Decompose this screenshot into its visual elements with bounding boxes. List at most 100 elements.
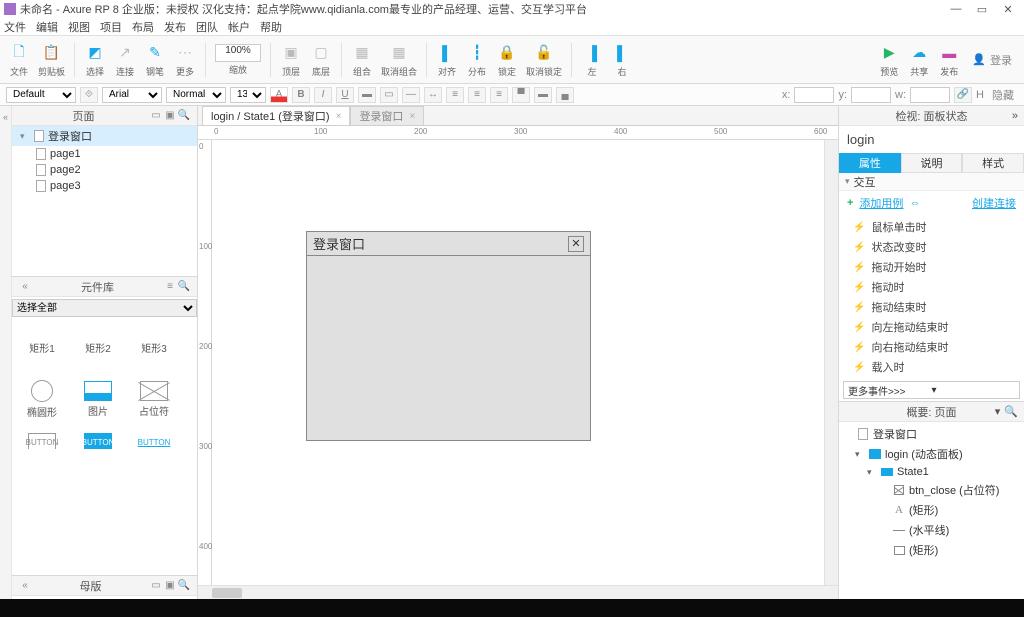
- underline-btn[interactable]: U: [336, 87, 354, 103]
- account-login[interactable]: 👤登录: [966, 52, 1018, 68]
- menu-team[interactable]: 团队: [196, 19, 218, 35]
- y-input[interactable]: [851, 87, 891, 103]
- add-folder-icon[interactable]: ▣: [163, 109, 177, 123]
- menu-account[interactable]: 帐户: [228, 19, 250, 35]
- filter-icon[interactable]: ▾: [995, 405, 1001, 418]
- event-onload[interactable]: ⚡载入时: [839, 357, 1024, 377]
- search-icon[interactable]: 🔍: [177, 109, 191, 123]
- tool-align[interactable]: ▌对齐: [434, 42, 460, 78]
- hide-toggle[interactable]: 隐藏: [988, 87, 1018, 103]
- minimize-button[interactable]: —: [950, 3, 962, 15]
- lib-search-icon[interactable]: 🔍: [177, 280, 191, 294]
- event-swipeleft[interactable]: ⚡向左拖动结束时: [839, 317, 1024, 337]
- widget-lib-select[interactable]: 选择全部: [12, 299, 197, 317]
- add-master-icon[interactable]: ▭: [149, 579, 163, 593]
- tool-left[interactable]: ▐左: [579, 42, 605, 78]
- size-select[interactable]: 13: [230, 87, 266, 103]
- maximize-button[interactable]: ▭: [976, 3, 988, 15]
- canvas-scroll-v[interactable]: [824, 140, 838, 585]
- login-window-close-btn[interactable]: ✕: [568, 236, 584, 252]
- w-input[interactable]: [910, 87, 950, 103]
- style-copy-icon[interactable]: ⟐: [80, 87, 98, 103]
- valign-b-btn[interactable]: ▄: [556, 87, 574, 103]
- color-btn[interactable]: A: [270, 87, 288, 103]
- event-dragstart[interactable]: ⚡拖动开始时: [839, 257, 1024, 277]
- master-search-icon[interactable]: 🔍: [177, 579, 191, 593]
- x-input[interactable]: [794, 87, 834, 103]
- tab-style[interactable]: 样式: [962, 153, 1024, 173]
- tool-distribute[interactable]: ┇分布: [464, 42, 490, 78]
- more-events-dropdown[interactable]: 更多事件>>>▾: [843, 381, 1020, 399]
- tool-unlock[interactable]: 🔓取消锁定: [524, 42, 564, 78]
- event-drag[interactable]: ⚡拖动时: [839, 277, 1024, 297]
- outline-search-icon[interactable]: 🔍: [1004, 405, 1018, 418]
- font-select[interactable]: Arial: [102, 87, 162, 103]
- tool-ungroup[interactable]: ▦取消组合: [379, 42, 419, 78]
- tab-properties[interactable]: 属性: [839, 153, 901, 173]
- align-r-btn[interactable]: ≡: [490, 87, 508, 103]
- valign-m-btn[interactable]: ▬: [534, 87, 552, 103]
- widget-rect2[interactable]: 矩形2: [70, 321, 126, 373]
- menu-layout[interactable]: 布局: [132, 19, 154, 35]
- tab-notes[interactable]: 说明: [901, 153, 963, 173]
- outline-item-rect1[interactable]: A(矩形): [839, 500, 1024, 520]
- align-c-btn[interactable]: ≡: [468, 87, 486, 103]
- menu-help[interactable]: 帮助: [260, 19, 282, 35]
- add-page-icon[interactable]: ▭: [149, 109, 163, 123]
- tool-select[interactable]: ◩选择: [82, 42, 108, 78]
- outline-item-rect2[interactable]: (矩形): [839, 540, 1024, 560]
- widget-placeholder[interactable]: 占位符: [126, 373, 182, 425]
- align-l-btn[interactable]: ≡: [446, 87, 464, 103]
- menu-project[interactable]: 项目: [100, 19, 122, 35]
- weight-select[interactable]: Normal: [166, 87, 226, 103]
- tool-file[interactable]: 🗋文件: [6, 42, 32, 78]
- canvas-scroll-h[interactable]: [198, 585, 838, 599]
- tool-pen[interactable]: ✎钢笔: [142, 42, 168, 78]
- event-onclick[interactable]: ⚡鼠标单击时: [839, 217, 1024, 237]
- valign-t-btn[interactable]: ▀: [512, 87, 530, 103]
- tool-back[interactable]: ▢底层: [308, 42, 334, 78]
- tab-main[interactable]: login / State1 (登录窗口)×: [202, 106, 350, 125]
- left-collapse-strip[interactable]: «: [0, 106, 12, 599]
- tab-close-icon[interactable]: ×: [336, 111, 342, 122]
- tool-lock[interactable]: 🔒锁定: [494, 42, 520, 78]
- arrow-btn[interactable]: ↔: [424, 87, 442, 103]
- page-root[interactable]: ▾登录窗口: [12, 126, 197, 146]
- close-button[interactable]: ✕: [1002, 3, 1014, 15]
- outline-root[interactable]: 登录窗口: [839, 424, 1024, 444]
- event-dragend[interactable]: ⚡拖动结束时: [839, 297, 1024, 317]
- widget-ellipse[interactable]: 椭圆形: [14, 373, 70, 425]
- tool-right[interactable]: ▌右: [609, 42, 635, 78]
- italic-btn[interactable]: I: [314, 87, 332, 103]
- collapse-icon[interactable]: «: [18, 280, 32, 294]
- border-btn[interactable]: ▭: [380, 87, 398, 103]
- widget-link-button[interactable]: BUTTON链接按钮: [126, 425, 182, 449]
- widget-rect1[interactable]: 矩形1: [14, 321, 70, 373]
- interactions-header[interactable]: ▾交互: [839, 173, 1024, 191]
- tool-share[interactable]: ☁共享: [906, 42, 932, 78]
- create-link[interactable]: 创建连接: [972, 195, 1016, 211]
- page-item-2[interactable]: page2: [12, 162, 197, 178]
- fill-btn[interactable]: ▬: [358, 87, 376, 103]
- scroll-thumb[interactable]: [212, 588, 242, 598]
- outline-item-line[interactable]: (水平线): [839, 520, 1024, 540]
- tool-more[interactable]: ⋯更多: [172, 42, 198, 78]
- tool-front[interactable]: ▣顶层: [278, 42, 304, 78]
- tool-preview[interactable]: ▶预览: [876, 42, 902, 78]
- event-swiperight[interactable]: ⚡向右拖动结束时: [839, 337, 1024, 357]
- tool-zoom[interactable]: 100%缩放: [213, 44, 263, 76]
- widget-primary-button[interactable]: BUTTON主要按钮: [70, 425, 126, 449]
- bold-btn[interactable]: B: [292, 87, 310, 103]
- outline-item-close[interactable]: btn_close (占位符): [839, 480, 1024, 500]
- collapse-icon[interactable]: «: [18, 579, 32, 593]
- menu-publish[interactable]: 发布: [164, 19, 186, 35]
- menu-view[interactable]: 视图: [68, 19, 90, 35]
- outline-dp[interactable]: ▾login (动态面板): [839, 444, 1024, 464]
- collapse-right-icon[interactable]: »: [1012, 110, 1018, 122]
- tab-second[interactable]: 登录窗口×: [350, 106, 424, 125]
- tab-close-icon[interactable]: ×: [409, 111, 415, 122]
- canvas[interactable]: 登录窗口 ✕: [212, 140, 824, 585]
- page-item-3[interactable]: page3: [12, 178, 197, 194]
- widget-image[interactable]: 图片: [70, 373, 126, 425]
- login-window-widget[interactable]: 登录窗口 ✕: [306, 231, 591, 441]
